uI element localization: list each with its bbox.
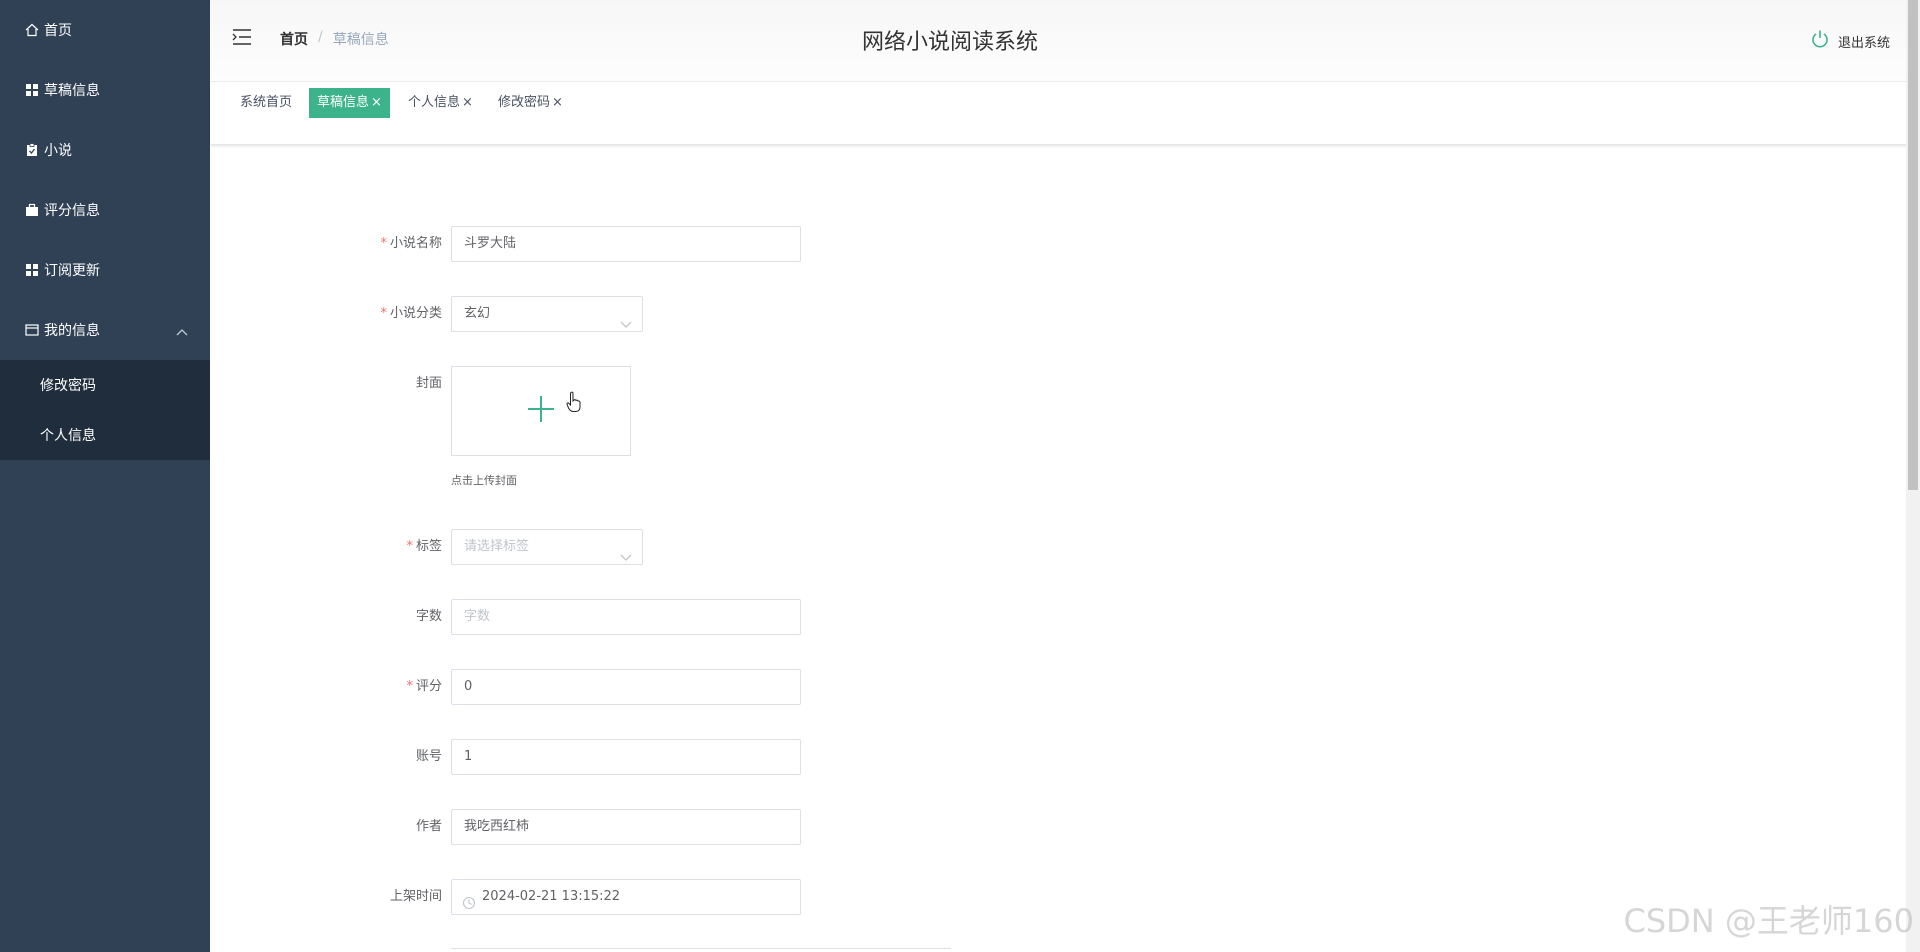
author-input[interactable]: 我吃西红柿 — [451, 809, 801, 845]
sidebar: 首页 草稿信息 小说 评分信息 订阅更新 我的信息 修改密码 个人信息 — [0, 0, 210, 952]
novel-form: * 小说名称 斗罗大陆 * 小说分类 玄幻 封面 点击上传封面 * 标签 请选择标签 — [210, 144, 1906, 952]
logout-label: 退出系统 — [1837, 35, 1890, 51]
novel-name-input[interactable]: 斗罗大陆 — [451, 226, 801, 262]
sidebar-item-label: 小说 — [44, 143, 72, 159]
tag-dashboard[interactable]: 系统首页 — [232, 88, 300, 118]
grid-icon — [24, 262, 40, 278]
sidebar-item-subscriptions[interactable]: 订阅更新 — [0, 240, 210, 300]
clipboard-icon — [24, 142, 40, 158]
chevron-down-icon — [620, 309, 632, 343]
close-icon[interactable]: × — [462, 95, 473, 110]
select-value: 玄幻 — [464, 306, 491, 321]
account-input[interactable]: 1 — [451, 739, 801, 775]
watermark: CSDN @王老师160 — [1623, 902, 1915, 940]
sidebar-item-my-info[interactable]: 我的信息 — [0, 300, 210, 360]
close-icon[interactable]: × — [552, 95, 563, 110]
logout-button[interactable]: 退出系统 — [1810, 29, 1890, 53]
tag-drafts[interactable]: 草稿信息 × — [309, 88, 390, 118]
form-label: * 评分 — [406, 679, 442, 694]
form-label: 封面 — [415, 376, 442, 391]
sidebar-item-label: 草稿信息 — [44, 83, 100, 99]
window-icon — [24, 322, 40, 338]
publish-time-picker[interactable]: 2024-02-21 13:15:22 — [451, 879, 801, 915]
tag-label: 修改密码 — [498, 95, 551, 110]
select-placeholder: 请选择标签 — [464, 539, 530, 554]
form-label: 作者 — [415, 819, 442, 834]
tag-label: 系统首页 — [240, 95, 293, 110]
plus-icon — [527, 395, 555, 427]
sidebar-item-label: 个人信息 — [40, 428, 96, 444]
form-label: * 小说分类 — [380, 306, 442, 321]
publish-time-value: 2024-02-21 13:15:22 — [482, 889, 621, 904]
cover-upload[interactable] — [451, 366, 631, 456]
sidebar-item-novel[interactable]: 小说 — [0, 120, 210, 180]
next-field-edge — [451, 948, 951, 952]
briefcase-icon — [24, 202, 40, 218]
chevron-down-icon — [620, 542, 632, 576]
sidebar-item-label: 评分信息 — [44, 203, 100, 219]
sidebar-item-label: 修改密码 — [40, 378, 96, 394]
form-label: * 小说名称 — [380, 236, 442, 251]
tags-select[interactable]: 请选择标签 — [451, 529, 643, 565]
sidebar-item-drafts[interactable]: 草稿信息 — [0, 60, 210, 120]
sidebar-item-personal-info[interactable]: 个人信息 — [0, 410, 210, 460]
power-icon — [1810, 29, 1830, 53]
chevron-up-icon — [176, 324, 188, 340]
clock-icon — [462, 890, 476, 924]
category-select[interactable]: 玄幻 — [451, 296, 643, 332]
grid-icon — [24, 82, 40, 98]
tag-personal-info[interactable]: 个人信息 × — [400, 88, 481, 118]
cursor-hand-icon — [566, 391, 582, 417]
sidebar-item-label: 订阅更新 — [44, 263, 100, 279]
form-label: 上架时间 — [389, 889, 442, 904]
app-title: 网络小说阅读系统 — [861, 30, 1038, 55]
tag-label: 草稿信息 — [317, 95, 370, 110]
form-label: * 标签 — [406, 539, 442, 554]
tag-change-password[interactable]: 修改密码 × — [490, 88, 571, 118]
sidebar-item-label: 我的信息 — [44, 323, 100, 339]
word-count-input[interactable]: 字数 — [451, 599, 801, 635]
sidebar-item-ratings[interactable]: 评分信息 — [0, 180, 210, 240]
sidebar-item-home[interactable]: 首页 — [0, 0, 210, 60]
sidebar-item-label: 首页 — [44, 23, 72, 39]
score-input[interactable]: 0 — [451, 669, 801, 705]
form-label: 账号 — [415, 749, 442, 764]
cover-upload-hint: 点击上传封面 — [451, 474, 517, 487]
home-icon — [24, 22, 40, 38]
sidebar-item-change-password[interactable]: 修改密码 — [0, 360, 210, 410]
top-header: 首页 / 草稿信息 网络小说阅读系统 退出系统 — [210, 0, 1920, 82]
tags-bar: 系统首页 草稿信息 × 个人信息 × 修改密码 × — [210, 82, 1910, 144]
page-scrollbar[interactable] — [1906, 0, 1920, 952]
form-label: 字数 — [415, 609, 442, 624]
tag-label: 个人信息 — [408, 95, 461, 110]
close-icon[interactable]: × — [371, 95, 382, 110]
submenu-my-info: 修改密码 个人信息 — [0, 360, 210, 460]
scrollbar-thumb[interactable] — [1908, 0, 1918, 490]
